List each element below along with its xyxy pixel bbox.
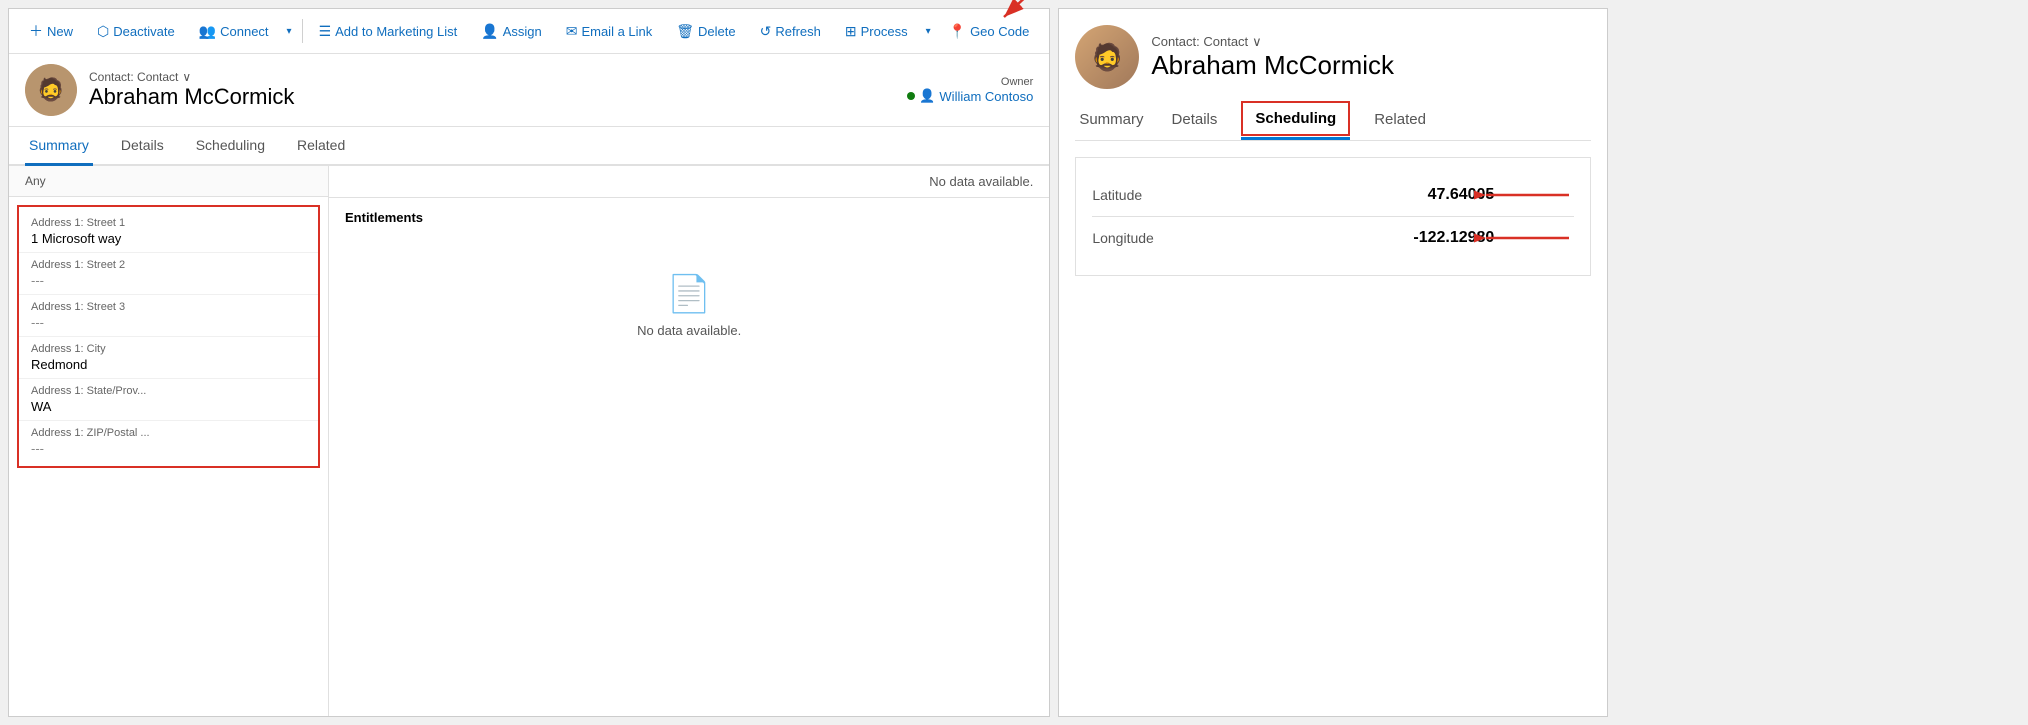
geo-box: Latitude 47.64005 Longitude -122.12980 xyxy=(1075,157,1591,276)
right-panel: 🧔 Contact: Contact ∨ Abraham McCormick S… xyxy=(1058,8,1608,717)
tab-related[interactable]: Related xyxy=(293,127,349,166)
geocode-button[interactable]: 📍 Geo Code xyxy=(939,17,1040,46)
rp-tab-scheduling[interactable]: Scheduling xyxy=(1241,101,1350,136)
connect-icon: 👥 xyxy=(199,23,216,40)
marketing-icon: ☰ xyxy=(319,23,332,40)
process-icon: ⊞ xyxy=(845,23,857,40)
right-section: No data available. Entitlements 📄 No dat… xyxy=(329,166,1049,716)
geo-icon: 📍 xyxy=(949,23,966,40)
entitlements-title: Entitlements xyxy=(345,210,1033,225)
no-data-container: 📄 No data available. xyxy=(345,233,1033,378)
no-data-icon: 📄 xyxy=(667,273,712,315)
email-icon: ✉ xyxy=(566,23,578,40)
owner-status-dot xyxy=(907,92,915,100)
marketing-button[interactable]: ☰ Add to Marketing List xyxy=(309,17,468,46)
deactivate-icon: ⬡ xyxy=(97,23,109,40)
rp-avatar: 🧔 xyxy=(1075,25,1139,89)
trash-icon: 🗑 xyxy=(676,23,694,40)
connect-button[interactable]: 👥 Connect xyxy=(189,17,279,46)
geocode-container: 📍 Geo Code xyxy=(939,17,1040,46)
city-row: Address 1: City Redmond xyxy=(19,337,318,379)
rp-contact-info: Contact: Contact ∨ Abraham McCormick xyxy=(1151,34,1394,81)
street1-row: Address 1: Street 1 1 Microsoft way xyxy=(19,211,318,253)
longitude-label: Longitude xyxy=(1092,230,1154,246)
contact-header: 🧔 Contact: Contact ∨ Abraham McCormick O… xyxy=(9,54,1049,127)
no-data-text: No data available. xyxy=(637,323,741,338)
refresh-button[interactable]: ↺ Refresh xyxy=(750,17,831,46)
left-panel: ＋ New ⬡ Deactivate 👥 Connect ▾ ☰ Add to … xyxy=(8,8,1050,717)
chevron-down-icon-2: ▾ xyxy=(926,26,931,37)
tab-summary[interactable]: Summary xyxy=(25,127,93,166)
avatar-image: 🧔 xyxy=(25,64,77,116)
contact-name: Abraham McCormick xyxy=(89,84,895,110)
contact-info: Contact: Contact ∨ Abraham McCormick xyxy=(89,70,895,110)
longitude-row: Longitude -122.12980 xyxy=(1092,217,1574,259)
toolbar: ＋ New ⬡ Deactivate 👥 Connect ▾ ☰ Add to … xyxy=(9,9,1049,54)
rp-tab-details[interactable]: Details xyxy=(1168,101,1222,141)
section-header: Any xyxy=(9,166,328,197)
rp-contact-name: Abraham McCormick xyxy=(1151,50,1394,81)
delete-button[interactable]: 🗑 Delete xyxy=(666,17,745,46)
assign-icon: 👤 xyxy=(481,23,498,40)
tab-details[interactable]: Details xyxy=(117,127,168,166)
street2-row: Address 1: Street 2 --- xyxy=(19,253,318,295)
address-box: Address 1: Street 1 1 Microsoft way Addr… xyxy=(17,205,320,468)
plus-icon: ＋ xyxy=(29,21,43,41)
refresh-icon: ↺ xyxy=(760,23,772,40)
tab-scheduling[interactable]: Scheduling xyxy=(192,127,269,166)
process-button[interactable]: ⊞ Process xyxy=(835,17,918,46)
rp-tab-related[interactable]: Related xyxy=(1370,101,1430,141)
chevron-down-icon: ▾ xyxy=(287,26,292,37)
rp-dropdown-icon[interactable]: ∨ xyxy=(1252,34,1262,50)
entitlements-section: Entitlements 📄 No data available. xyxy=(329,198,1049,716)
owner-section: Owner 👤 William Contoso xyxy=(907,76,1033,104)
more-dropdown[interactable]: ▾ xyxy=(283,20,296,43)
latitude-arrow xyxy=(1474,185,1574,205)
avatar: 🧔 xyxy=(25,64,77,116)
rp-header: 🧔 Contact: Contact ∨ Abraham McCormick xyxy=(1075,25,1591,89)
new-button[interactable]: ＋ New xyxy=(19,15,83,47)
latitude-row: Latitude 47.64005 xyxy=(1092,174,1574,217)
rp-tab-scheduling-container: Scheduling xyxy=(1241,101,1350,140)
state-row: Address 1: State/Prov... WA xyxy=(19,379,318,421)
zip-row: Address 1: ZIP/Postal ... --- xyxy=(19,421,318,462)
latitude-label: Latitude xyxy=(1092,187,1142,203)
rp-contact-type: Contact: Contact ∨ xyxy=(1151,34,1394,50)
rp-tab-summary[interactable]: Summary xyxy=(1075,101,1147,141)
owner-icon: 👤 xyxy=(919,88,935,104)
contact-type: Contact: Contact ∨ xyxy=(89,70,895,84)
process-dropdown[interactable]: ▾ xyxy=(922,20,935,43)
address-section: Any Address 1: Street 1 1 Microsoft way … xyxy=(9,166,329,716)
assign-button[interactable]: 👤 Assign xyxy=(471,17,551,46)
deactivate-button[interactable]: ⬡ Deactivate xyxy=(87,17,185,46)
dropdown-icon[interactable]: ∨ xyxy=(182,70,191,84)
street3-row: Address 1: Street 3 --- xyxy=(19,295,318,337)
rp-tabs: Summary Details Scheduling Related xyxy=(1075,101,1591,141)
content-area: Any Address 1: Street 1 1 Microsoft way … xyxy=(9,166,1049,716)
toolbar-divider-1 xyxy=(302,19,303,43)
tabs: Summary Details Scheduling Related xyxy=(9,127,1049,166)
scheduling-underline xyxy=(1241,137,1350,140)
email-button[interactable]: ✉ Email a Link xyxy=(556,17,663,46)
longitude-arrow xyxy=(1474,228,1574,248)
no-data-top: No data available. xyxy=(329,166,1049,198)
owner-value: 👤 William Contoso xyxy=(907,88,1033,104)
